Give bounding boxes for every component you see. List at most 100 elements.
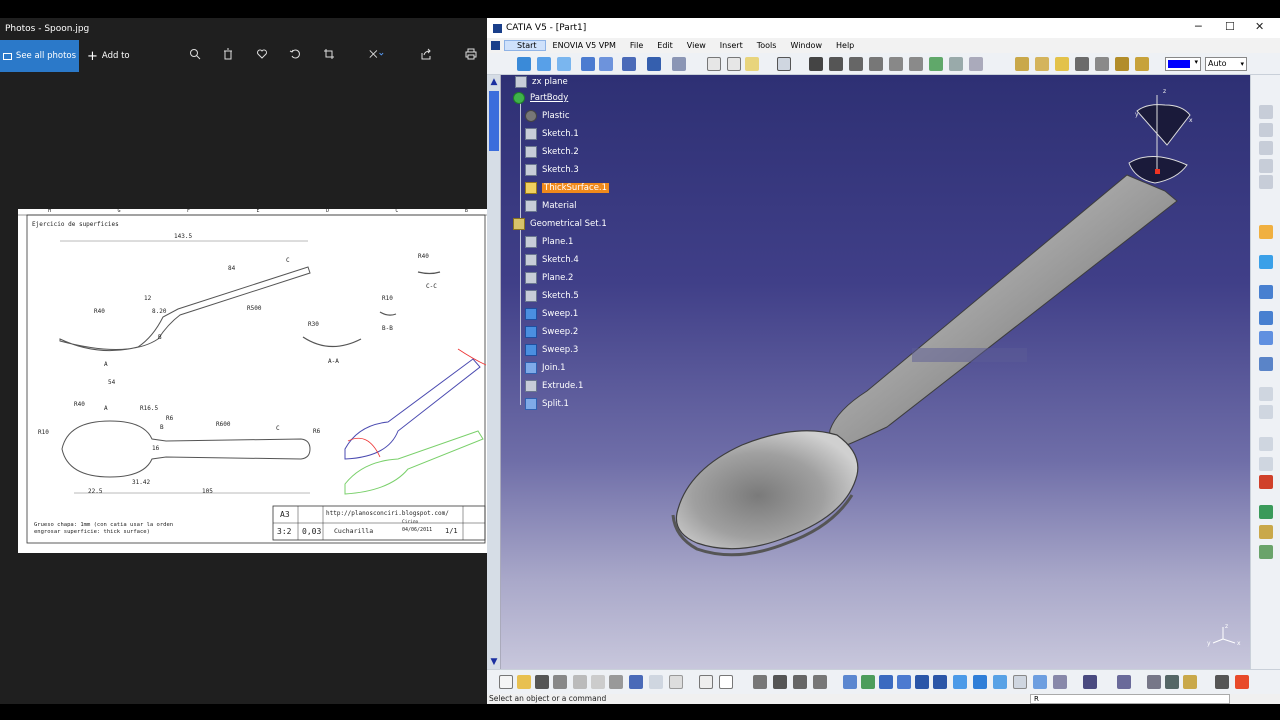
sweep-tool-icon[interactable]: [517, 57, 531, 71]
close-icon[interactable]: ✕: [1255, 20, 1264, 33]
edit-icon[interactable]: [368, 46, 384, 62]
knowledge-icon[interactable]: [773, 675, 787, 689]
point-tool-icon[interactable]: [707, 57, 721, 71]
tree-node-sweep-1[interactable]: Sweep.1: [525, 307, 578, 321]
axis-tool-icon[interactable]: [672, 57, 686, 71]
zoom-out-icon[interactable]: [933, 675, 947, 689]
scale-icon[interactable]: [1259, 387, 1273, 401]
sketch-tool-icon[interactable]: [777, 57, 791, 71]
see-all-photos-button[interactable]: See all photos: [0, 40, 79, 72]
knowledge-advisor-icon[interactable]: [1183, 675, 1197, 689]
pan-icon[interactable]: [879, 675, 893, 689]
rotate-icon[interactable]: [287, 46, 303, 62]
apply-material-tool-icon[interactable]: [1165, 675, 1179, 689]
tree-node-sketch-5[interactable]: Sketch.5: [525, 289, 579, 303]
pattern-icon[interactable]: [1259, 331, 1273, 345]
sketch-view-icon[interactable]: [1259, 105, 1273, 119]
iso-view-icon[interactable]: [973, 675, 987, 689]
menu-tools[interactable]: Tools: [750, 41, 784, 50]
fit-all-icon[interactable]: [861, 675, 875, 689]
shading-tool-icon[interactable]: [1035, 57, 1049, 71]
photo-icon[interactable]: [1215, 675, 1229, 689]
3d-viewport[interactable]: ▲ ▼ z y x z y x zx plane PartBody Plasti…: [487, 75, 1250, 669]
add-to-button[interactable]: + Add to: [87, 49, 130, 64]
menu-view[interactable]: View: [680, 41, 713, 50]
annotation-icon[interactable]: [1259, 457, 1273, 471]
law-icon[interactable]: [793, 675, 807, 689]
pad-tool-icon[interactable]: [809, 57, 823, 71]
revolve-tool-icon[interactable]: [599, 57, 613, 71]
tree-node-join-1[interactable]: Join.1: [525, 361, 566, 375]
save-icon[interactable]: [535, 675, 549, 689]
crop-icon[interactable]: [321, 46, 337, 62]
copy-icon[interactable]: [591, 675, 605, 689]
tree-node-sketch-3[interactable]: Sketch.3: [525, 163, 579, 177]
extrude-tool-icon[interactable]: [581, 57, 595, 71]
measure-between-icon[interactable]: [1083, 675, 1097, 689]
swap-space-icon[interactable]: [1033, 675, 1047, 689]
menu-enovia[interactable]: ENOVIA V5 VPM: [546, 41, 623, 50]
color-mode-select[interactable]: Auto ▾: [1205, 57, 1247, 71]
select-icon[interactable]: [1259, 225, 1273, 239]
apply-material-icon[interactable]: [1075, 57, 1089, 71]
zoom-in-icon[interactable]: [915, 675, 929, 689]
params-view-icon[interactable]: [1259, 159, 1273, 173]
geo-view-icon[interactable]: [1259, 141, 1273, 155]
text-icon[interactable]: [1259, 437, 1273, 451]
pocket-tool-icon[interactable]: [829, 57, 843, 71]
menu-help[interactable]: Help: [829, 41, 861, 50]
normal-view-icon[interactable]: [953, 675, 967, 689]
menu-insert[interactable]: Insert: [713, 41, 750, 50]
tree-node-extrude-1[interactable]: Extrude.1: [525, 379, 583, 393]
menu-edit[interactable]: Edit: [650, 41, 680, 50]
blend-tool-icon[interactable]: [537, 57, 551, 71]
loft-tool-icon[interactable]: [969, 57, 983, 71]
menu-start[interactable]: Start: [504, 40, 546, 51]
tree-node-plane-1[interactable]: Plane.1: [525, 235, 573, 249]
comment-icon[interactable]: [719, 675, 733, 689]
formula-icon[interactable]: [699, 675, 713, 689]
fly-icon[interactable]: [843, 675, 857, 689]
tree-node-partbody[interactable]: PartBody: [513, 91, 568, 105]
share-icon[interactable]: [418, 46, 434, 62]
tree-node-geometrical-set-1[interactable]: Geometrical Set.1: [513, 217, 607, 231]
symmetry-icon[interactable]: [1259, 357, 1273, 371]
shading-view-icon[interactable]: [993, 675, 1007, 689]
sphere-icon[interactable]: [1259, 505, 1273, 519]
measure-tool-icon[interactable]: [1095, 57, 1109, 71]
split-tool-icon[interactable]: [1259, 311, 1273, 325]
fill-tool-icon[interactable]: [557, 57, 571, 71]
shaft-tool-icon[interactable]: [849, 57, 863, 71]
tree-node-thicksurface-1[interactable]: ThickSurface.1: [525, 181, 610, 195]
maximize-icon[interactable]: ☐: [1225, 20, 1235, 33]
tree-node-sweep-2[interactable]: Sweep.2: [525, 325, 578, 339]
color-swatch[interactable]: ▾: [1165, 57, 1201, 71]
new-icon[interactable]: [499, 675, 513, 689]
rotate-view-icon[interactable]: [897, 675, 911, 689]
join-tool-icon[interactable]: [1259, 285, 1273, 299]
menu-file[interactable]: File: [623, 41, 650, 50]
line-tool-icon[interactable]: [727, 57, 741, 71]
tree-node-plastic[interactable]: Plastic: [525, 109, 570, 123]
hide-show-icon[interactable]: [1013, 675, 1027, 689]
plane-tool-icon[interactable]: [745, 57, 759, 71]
tree-node-sketch-2[interactable]: Sketch.2: [525, 145, 579, 159]
paste-icon[interactable]: [609, 675, 623, 689]
table-icon[interactable]: [753, 675, 767, 689]
catalog-icon[interactable]: [1259, 545, 1273, 559]
stiffener-tool-icon[interactable]: [949, 57, 963, 71]
transform-tool-icon[interactable]: [622, 57, 636, 71]
slot-tool-icon[interactable]: [929, 57, 943, 71]
menu-window[interactable]: Window: [783, 41, 829, 50]
print-tool-icon[interactable]: [553, 675, 567, 689]
edit-tool-icon[interactable]: [1135, 57, 1149, 71]
translate-icon[interactable]: [1259, 405, 1273, 419]
sun-icon[interactable]: [1259, 525, 1273, 539]
inertia-icon[interactable]: [1147, 675, 1161, 689]
print-icon[interactable]: [463, 46, 479, 62]
favorite-icon[interactable]: [254, 46, 270, 62]
tree-node-sketch-4[interactable]: Sketch.4: [525, 253, 579, 267]
hole-tool-icon[interactable]: [889, 57, 903, 71]
measure-item-icon[interactable]: [1117, 675, 1131, 689]
undo-icon[interactable]: [629, 675, 643, 689]
